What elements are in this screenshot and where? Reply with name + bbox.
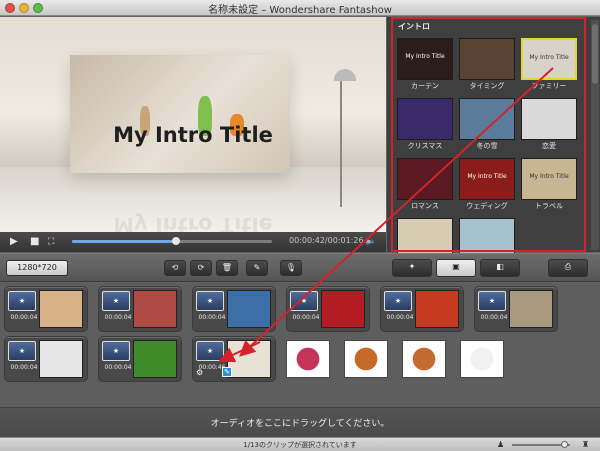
- lamp-shade-graphic: [334, 69, 356, 81]
- clip-duration: 00:00:04: [292, 314, 320, 321]
- media-thumbnail[interactable]: [402, 340, 446, 378]
- storyboard-clip[interactable]: ★ 00:00:04: [286, 286, 370, 332]
- clip-type-icon: ★: [478, 291, 506, 311]
- clip-duration: 00:00:04: [10, 364, 38, 371]
- clip-thumbnail: [227, 340, 271, 378]
- clip-duration: 00:00:04: [198, 314, 226, 321]
- volume-icon[interactable]: 🔈: [365, 236, 376, 246]
- clip-type-icon: ★: [196, 291, 224, 311]
- audio-drop-text: オーディオをここにドラッグしてください。: [210, 419, 390, 429]
- media-tab-icon[interactable]: ▣: [436, 259, 476, 277]
- person-large-icon: ♜: [582, 440, 590, 449]
- status-bar: 1/13のクリップが選択されています ♟ ♜: [0, 437, 600, 451]
- clip-duration: 00:00:04: [386, 314, 414, 321]
- clip-thumbnail: [133, 290, 177, 328]
- highlight-frame: [391, 17, 586, 252]
- clip-type-icon: ★: [8, 291, 36, 311]
- clip-type-icon: ★: [196, 341, 224, 361]
- storyboard-clip[interactable]: ★ 00:00:04: [474, 286, 558, 332]
- storyboard-clip[interactable]: ★ 00:00:04: [192, 286, 276, 332]
- storyboard-clip[interactable]: ★ 00:00:04: [98, 336, 182, 382]
- clip-thumbnail: [321, 290, 365, 328]
- playback-bar: ▶ ■ ⛶ 00:00:42/00:01:26 🔈: [0, 232, 386, 252]
- clip-duration: 00:00:04: [104, 314, 132, 321]
- preview-title-text: My Intro Title: [113, 123, 273, 147]
- clip-duration: 00:00:04: [10, 314, 38, 321]
- effects-tab-icon[interactable]: ◧: [480, 259, 520, 277]
- rotate-left-icon[interactable]: ⟲: [164, 260, 186, 276]
- gear-icon[interactable]: ⚙: [196, 368, 203, 377]
- storyboard-clip[interactable]: ★ 00:00:04: [4, 336, 88, 382]
- playback-knob[interactable]: [172, 237, 180, 245]
- clip-thumbnail: [39, 290, 83, 328]
- clip-thumbnail: [415, 290, 459, 328]
- preview-title-reflection: My Intro Title: [113, 213, 273, 232]
- clip-type-icon: ★: [290, 291, 318, 311]
- resolution-button[interactable]: 1280*720: [6, 260, 68, 276]
- clip-thumbnail: [227, 290, 271, 328]
- playback-slider[interactable]: [72, 237, 272, 245]
- clip-thumbnail: [509, 290, 553, 328]
- person-small-icon: ♟: [497, 440, 505, 449]
- edit-toolbar: 1280*720 ⟲ ⟳ 🗑 ✎ 🎙 ✦ ▣ ◧ ⎙: [0, 253, 600, 282]
- clip-thumbnail: [39, 340, 83, 378]
- record-icon[interactable]: 🎙: [280, 260, 302, 276]
- theme-tab-icon[interactable]: ✦: [392, 259, 432, 277]
- storyboard-clip[interactable]: ★ 00:00:46: [192, 336, 276, 382]
- playback-progress: [72, 240, 176, 243]
- clip-type-icon: ★: [8, 341, 36, 361]
- delete-icon[interactable]: 🗑: [216, 260, 238, 276]
- clip-type-icon: ★: [102, 291, 130, 311]
- app-window: 名称未設定 – Wondershare Fantashow My Intro T…: [0, 0, 600, 451]
- preview-area: My Intro Title My Intro Title: [0, 17, 386, 232]
- media-thumbnail[interactable]: [460, 340, 504, 378]
- clip-thumbnail: [133, 340, 177, 378]
- title-bar: 名称未設定 – Wondershare Fantashow: [0, 0, 600, 16]
- clip-type-icon: ★: [384, 291, 412, 311]
- wall-panel-graphic: [70, 55, 290, 173]
- edit-clip-icon[interactable]: ✎: [222, 367, 232, 377]
- storyboard-clip[interactable]: ★ 00:00:04: [98, 286, 182, 332]
- play-icon[interactable]: ▶: [10, 235, 18, 249]
- export-icon[interactable]: ⎙: [548, 259, 588, 277]
- template-scroll-thumb[interactable]: [592, 24, 598, 84]
- stop-icon[interactable]: ■: [30, 235, 39, 249]
- clip-type-icon: ★: [102, 341, 130, 361]
- clip-duration: 00:00:04: [104, 364, 132, 371]
- clip-duration: 00:00:04: [480, 314, 508, 321]
- window-title: 名称未設定 – Wondershare Fantashow: [208, 5, 392, 16]
- rotate-right-icon[interactable]: ⟳: [190, 260, 212, 276]
- audio-drop-zone[interactable]: オーディオをここにドラッグしてください。: [0, 407, 600, 437]
- media-thumbnail[interactable]: [286, 340, 330, 378]
- timecode: 00:00:42/00:01:26: [289, 236, 364, 245]
- storyboard: ★ 00:00:04 ★ 00:00:04 ★ 00:00:04 ★ 00:00:04 ★ 00:…: [0, 283, 600, 407]
- selection-status: 1/13のクリップが選択されています: [243, 441, 357, 449]
- edit-icon[interactable]: ✎: [246, 260, 268, 276]
- fullscreen-icon[interactable]: ⛶: [48, 235, 54, 249]
- storyboard-clip[interactable]: ★ 00:00:04: [4, 286, 88, 332]
- media-thumbnail[interactable]: [344, 340, 388, 378]
- storyboard-clip[interactable]: ★ 00:00:04: [380, 286, 464, 332]
